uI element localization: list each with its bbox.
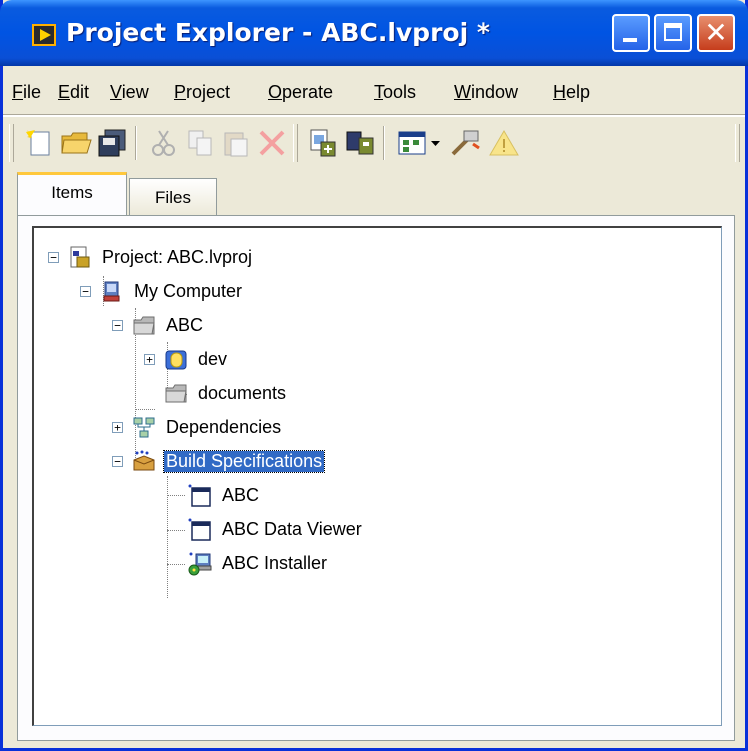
expand-icon[interactable]: + bbox=[112, 422, 123, 433]
build-specs-icon bbox=[132, 450, 156, 474]
open-icon[interactable] bbox=[59, 126, 93, 160]
tree-node-label: Project: ABC.lvproj bbox=[102, 247, 253, 267]
folder-icon bbox=[164, 382, 188, 406]
cut-icon[interactable] bbox=[147, 126, 181, 160]
tree-node-label: documents bbox=[198, 383, 287, 403]
library-icon bbox=[164, 348, 188, 372]
window-title: Project Explorer - ABC.lvproj * bbox=[66, 18, 490, 47]
tree-node-label: dev bbox=[198, 349, 228, 369]
tool-icon[interactable] bbox=[449, 126, 483, 160]
tree-node-label-selected: Build Specifications bbox=[162, 450, 326, 473]
minimize-icon bbox=[623, 38, 637, 42]
project-explorer-window: Project Explorer - ABC.lvproj * ✕ File E… bbox=[0, 0, 748, 751]
toolbar-separator bbox=[135, 126, 137, 160]
tree-node-label: ABC Installer bbox=[222, 553, 328, 573]
menu-operate[interactable]: Operate bbox=[268, 82, 333, 103]
collapse-icon[interactable]: − bbox=[112, 320, 123, 331]
project-tree[interactable]: − Project: ABC.lvproj − My Computer − AB… bbox=[32, 226, 722, 726]
toolbar-separator-2 bbox=[383, 126, 385, 160]
tree-node-label: ABC Data Viewer bbox=[222, 519, 362, 539]
installer-icon bbox=[188, 552, 212, 576]
paste-icon[interactable] bbox=[219, 126, 253, 160]
tab-items[interactable]: Items bbox=[17, 172, 127, 216]
tree-node-label: My Computer bbox=[134, 281, 243, 301]
maximize-button[interactable] bbox=[654, 14, 692, 52]
computer-icon bbox=[100, 280, 124, 304]
minimize-button[interactable] bbox=[612, 14, 650, 52]
collapse-icon[interactable]: − bbox=[112, 456, 123, 467]
menu-window[interactable]: Window bbox=[454, 82, 518, 103]
dependencies-icon bbox=[132, 416, 156, 440]
tree-line bbox=[167, 564, 185, 565]
menu-help[interactable]: Help bbox=[553, 82, 590, 103]
menu-file[interactable]: File bbox=[12, 82, 41, 103]
dropdown-icon[interactable] bbox=[428, 126, 444, 160]
collapse-icon[interactable]: − bbox=[80, 286, 91, 297]
toolbar-grip[interactable] bbox=[9, 124, 14, 162]
close-button[interactable]: ✕ bbox=[697, 14, 735, 52]
tree-node-label: ABC bbox=[166, 315, 204, 335]
tab-files[interactable]: Files bbox=[129, 178, 217, 216]
tree-line bbox=[167, 530, 185, 531]
tree-node-label: Dependencies bbox=[166, 417, 282, 437]
application-icon bbox=[188, 518, 212, 542]
labview-app-icon bbox=[32, 24, 56, 46]
build-icon[interactable] bbox=[343, 126, 377, 160]
title-bar[interactable]: Project Explorer - ABC.lvproj * ✕ bbox=[0, 0, 748, 66]
save-all-icon[interactable] bbox=[95, 126, 129, 160]
view-icon[interactable] bbox=[395, 126, 429, 160]
expand-icon[interactable]: + bbox=[144, 354, 155, 365]
menu-view[interactable]: View bbox=[110, 82, 149, 103]
menu-project[interactable]: Project bbox=[174, 82, 230, 103]
delete-icon[interactable] bbox=[255, 126, 289, 160]
tab-strip: Files Items bbox=[3, 172, 745, 216]
close-icon: ✕ bbox=[704, 16, 728, 49]
maximize-icon bbox=[664, 23, 682, 41]
toolbar bbox=[3, 118, 745, 168]
tree-line bbox=[135, 409, 155, 410]
warning-icon[interactable] bbox=[487, 126, 521, 160]
menu-tools[interactable]: Tools bbox=[374, 82, 416, 103]
project-icon bbox=[68, 246, 92, 270]
tree-line bbox=[167, 495, 185, 496]
new-icon[interactable] bbox=[23, 126, 57, 160]
tab-panel: − Project: ABC.lvproj − My Computer − AB… bbox=[17, 215, 735, 741]
tree-node-label: ABC bbox=[222, 485, 260, 505]
add-file-icon[interactable] bbox=[306, 126, 340, 160]
menu-bar: File Edit View Project Operate Tools Win… bbox=[3, 70, 745, 114]
menu-separator bbox=[3, 114, 745, 117]
toolbar-grip-3[interactable] bbox=[735, 124, 740, 162]
folder-icon bbox=[132, 314, 156, 338]
collapse-icon[interactable]: − bbox=[48, 252, 59, 263]
application-icon bbox=[188, 484, 212, 508]
toolbar-grip-2[interactable] bbox=[293, 124, 298, 162]
copy-icon[interactable] bbox=[183, 126, 217, 160]
menu-edit[interactable]: Edit bbox=[58, 82, 89, 103]
